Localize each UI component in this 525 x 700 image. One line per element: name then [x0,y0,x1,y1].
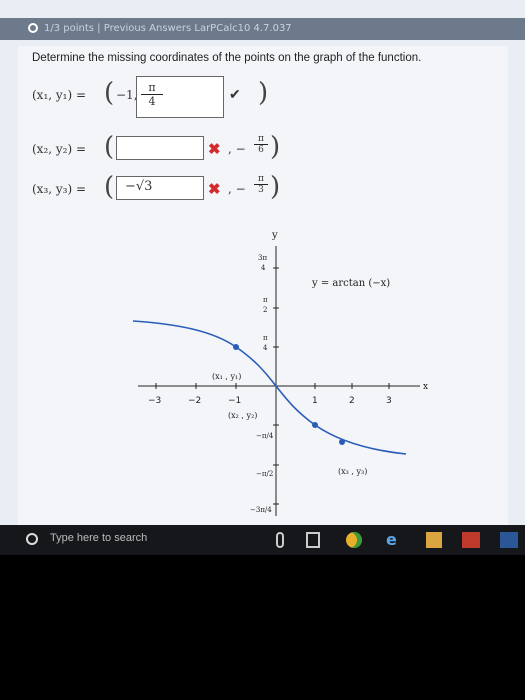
y-tick-pi2-num: π [263,296,268,304]
x-axis-label: x [423,382,428,392]
windows-taskbar: Type here to search e [0,525,525,555]
assignment-header: 1/3 points | Previous Answers LarPCalc10… [0,18,525,40]
header-text: 1/3 points | Previous Answers LarPCalc10… [44,23,292,34]
y-axis-label: y [271,230,278,241]
x-tick-label: 2 [349,396,355,406]
x-tick-label: 3 [386,396,392,406]
y-tick-pi4-num: π [263,334,268,342]
x-tick-label: −3 [148,396,161,406]
point-1 [233,344,239,350]
y-tick-3pi4-num: 3π [258,254,267,262]
microphone-icon[interactable] [276,532,284,548]
cortana-icon[interactable] [26,533,38,545]
taskbar-search-input[interactable]: Type here to search [50,532,147,544]
y-tick-3pi4-den: 4 [261,264,266,272]
point-2 [312,422,318,428]
screen: 1/3 points | Previous Answers LarPCalc10… [0,0,525,525]
edge-icon[interactable]: e [386,532,402,548]
x-tick-label: −2 [188,396,201,406]
access-icon[interactable] [462,532,480,548]
question-panel: Determine the missing coordinates of the… [18,46,508,525]
y-tick-pi2-den: 2 [263,306,267,314]
y-tick-m3pi4: −3π/4 [250,506,272,514]
function-label: y = arctan (−x) [311,278,390,289]
x-tick-label: −1 [228,396,241,406]
y-tick-mpi4: −π/4 [256,432,274,440]
task-view-icon[interactable] [306,532,320,548]
y-tick-mpi2: −π/2 [256,470,273,478]
function-graph: x y −3 −2 −1 1 2 3 3π 4 π 2 π 4 −π/4 −π/… [132,230,428,516]
word-icon[interactable] [500,532,518,548]
point-3 [339,439,345,445]
chrome-icon[interactable] [346,532,362,548]
y-tick-pi4-den: 4 [263,344,268,352]
question-status-icon [28,23,38,33]
file-explorer-icon[interactable] [426,532,442,548]
x-tick-label: 1 [312,396,318,406]
point-2-label: (x₂ , y₂) [228,411,257,420]
point-1-label: (x₁ , y₁) [212,372,241,381]
point-3-label: (x₃ , y₃) [338,467,367,476]
